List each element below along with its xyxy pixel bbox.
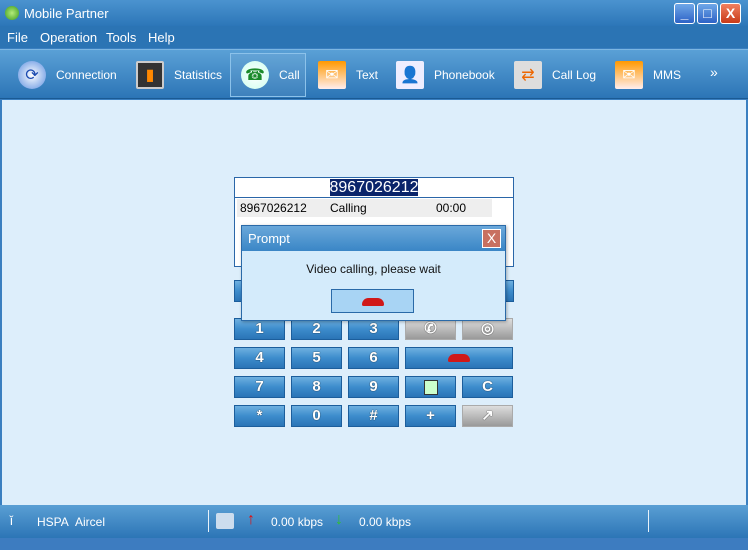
toolbar-label: Call xyxy=(279,68,300,82)
key-9[interactable]: 9 xyxy=(348,376,399,398)
maximize-button[interactable]: □ xyxy=(697,3,718,24)
dialog-title: Prompt xyxy=(242,226,505,251)
call-duration: 00:00 xyxy=(436,201,467,215)
contacts-button[interactable] xyxy=(405,376,456,398)
dialog-close-button[interactable]: X xyxy=(482,229,501,248)
toolbar-more-button[interactable]: » xyxy=(710,50,718,94)
menu-tools[interactable]: Tools xyxy=(106,30,136,45)
status-divider xyxy=(208,510,209,532)
mms-icon: ✉ xyxy=(615,61,643,89)
toolbar: ⟳ Connection ▮ Statistics ☎ Call ✉ Text 👤 Pho… xyxy=(0,49,748,99)
dialog-hang-up-button[interactable] xyxy=(331,289,414,313)
key-0[interactable]: 0 xyxy=(291,405,342,427)
download-rate: 0.00 kbps xyxy=(359,515,412,529)
key-5[interactable]: 5 xyxy=(291,347,342,369)
key-2[interactable]: 2 xyxy=(291,318,342,340)
contact-icon xyxy=(423,379,438,395)
key-4[interactable]: 4 xyxy=(234,347,285,369)
status-bar: ǐ HSPA Aircel ↑ 0.00 kbps ↓ 0.00 kbps xyxy=(0,505,748,538)
prompt-dialog: Prompt X Video calling, please wait xyxy=(241,225,506,321)
call-status: Calling xyxy=(330,201,367,215)
dialog-message: Video calling, please wait xyxy=(306,262,441,276)
menu-bar: File Operation Tools Help xyxy=(0,26,748,48)
toolbar-label: Text xyxy=(356,68,379,82)
key-8[interactable]: 8 xyxy=(291,376,342,398)
connection-status-icon xyxy=(216,513,234,529)
key-hash[interactable]: # xyxy=(348,405,399,427)
end-call-button[interactable] xyxy=(405,347,513,369)
download-arrow-icon: ↓ xyxy=(335,511,343,528)
key-1[interactable]: 1 xyxy=(234,318,285,340)
voice-call-button[interactable]: ✆ xyxy=(405,318,456,340)
phone-icon: ✆ xyxy=(424,320,437,337)
call-number: 8967026212 xyxy=(240,201,307,215)
key-plus[interactable]: + xyxy=(405,405,456,427)
key-3[interactable]: 3 xyxy=(348,318,399,340)
upload-rate: 0.00 kbps xyxy=(271,515,324,529)
upload-arrow-icon: ↑ xyxy=(247,511,255,528)
operator-name: Aircel xyxy=(75,515,106,529)
taskbar-strip xyxy=(0,538,748,550)
toolbar-label: Connection xyxy=(56,68,117,82)
connection-icon: ⟳ xyxy=(18,61,46,89)
toolbar-label: Call Log xyxy=(552,68,597,82)
title-bar: Mobile Partner _ □ X xyxy=(0,0,748,26)
text-icon: ✉ xyxy=(318,61,346,89)
transfer-button[interactable]: ↗ xyxy=(462,405,513,427)
signal-icon: ǐ xyxy=(10,513,13,528)
toolbar-connection[interactable]: ⟳ Connection xyxy=(18,53,117,97)
number-input-value: 8967026212 xyxy=(329,179,419,196)
phonebook-icon: 👤 xyxy=(396,61,424,89)
toolbar-label: Phonebook xyxy=(434,68,495,82)
clear-button[interactable]: C xyxy=(462,376,513,398)
toolbar-call-log[interactable]: ⇄ Call Log xyxy=(514,53,596,97)
hang-up-icon xyxy=(448,354,470,363)
video-call-button[interactable]: ◎ xyxy=(462,318,513,340)
key-6[interactable]: 6 xyxy=(348,347,399,369)
call-icon: ☎ xyxy=(241,61,269,89)
app-logo-icon xyxy=(5,6,19,20)
key-star[interactable]: * xyxy=(234,405,285,427)
call-log-row[interactable]: 8967026212 Calling 00:00 xyxy=(237,199,492,217)
toolbar-statistics[interactable]: ▮ Statistics xyxy=(136,53,222,97)
menu-help[interactable]: Help xyxy=(148,30,175,45)
toolbar-label: Statistics xyxy=(174,68,223,82)
call-log-icon: ⇄ xyxy=(514,61,542,89)
toolbar-phonebook[interactable]: 👤 Phonebook xyxy=(396,53,495,97)
video-call-icon: ◎ xyxy=(480,320,495,337)
network-type: HSPA xyxy=(37,515,69,529)
minimize-button[interactable]: _ xyxy=(674,3,695,24)
toolbar-label: MMS xyxy=(653,68,681,82)
window-title: Mobile Partner xyxy=(24,6,109,21)
key-7[interactable]: 7 xyxy=(234,376,285,398)
toolbar-mms[interactable]: ✉ MMS xyxy=(615,53,681,97)
number-input[interactable]: 8967026212 xyxy=(235,178,513,198)
status-divider xyxy=(648,510,649,532)
statistics-icon: ▮ xyxy=(136,61,164,89)
transfer-icon: ↗ xyxy=(481,407,494,424)
close-button[interactable]: X xyxy=(720,3,741,24)
menu-file[interactable]: File xyxy=(7,30,28,45)
toolbar-call[interactable]: ☎ Call xyxy=(230,53,306,97)
menu-operation[interactable]: Operation xyxy=(40,30,97,45)
toolbar-text[interactable]: ✉ Text xyxy=(318,53,378,97)
hang-up-icon xyxy=(361,297,384,306)
